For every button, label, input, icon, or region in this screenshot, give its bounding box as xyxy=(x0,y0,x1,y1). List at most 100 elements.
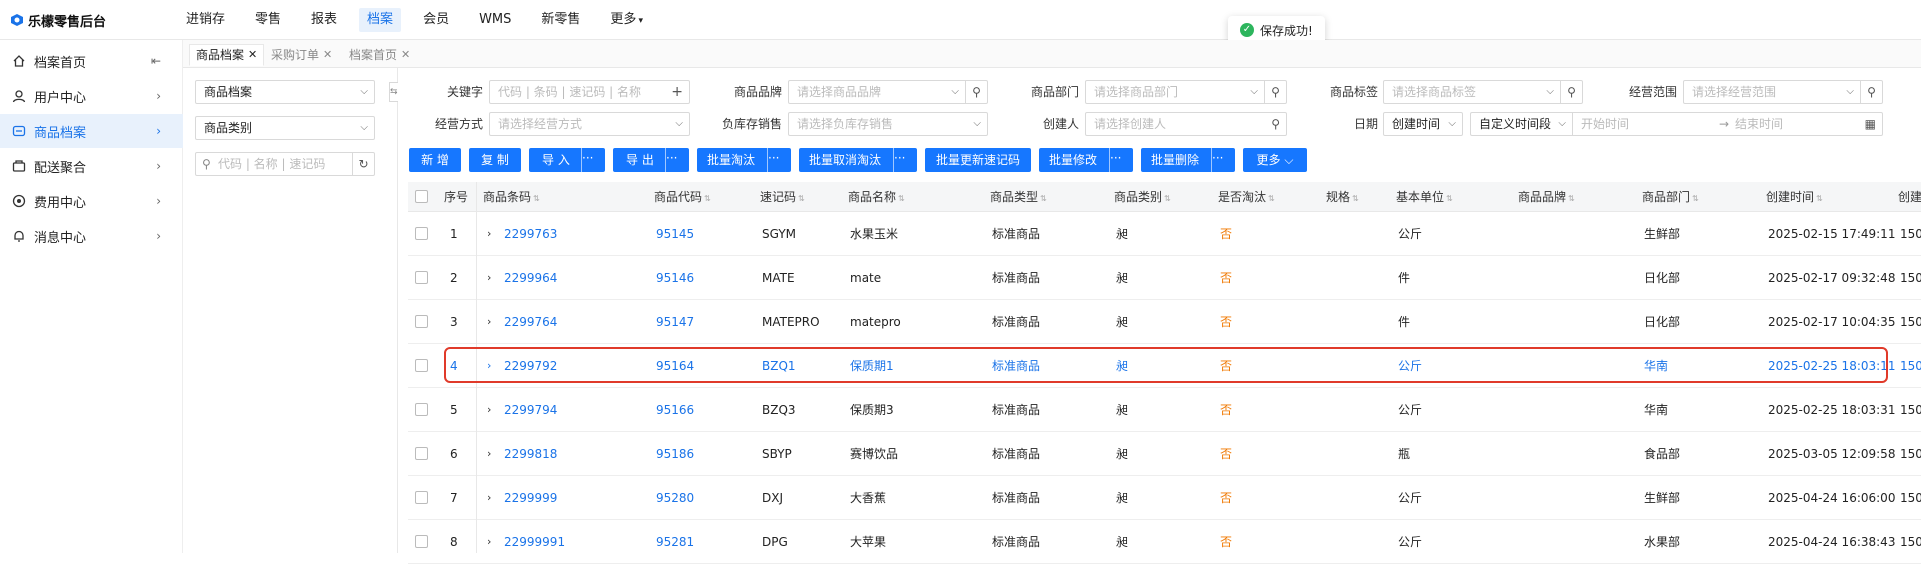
expand-row-icon[interactable]: › xyxy=(487,256,491,300)
cell-barcode[interactable]: 2299818 xyxy=(504,432,557,476)
search-icon[interactable]: ⚲ xyxy=(1860,81,1882,103)
table-row[interactable]: › 7 2299999 95280 DXJ 大香蕉 标准商品 昶 否 公斤 生鲜部 2025-04-2… xyxy=(408,476,1921,520)
row-checkbox[interactable] xyxy=(415,227,428,240)
table-row[interactable]: › 3 2299764 95147 MATEPRO matepro 标准商品 昶 否 件 日化部 20… xyxy=(408,300,1921,344)
more-dots-icon[interactable]: ··· xyxy=(893,148,917,172)
col-unit[interactable]: 基本单位 ⇅ xyxy=(1396,182,1453,212)
brand-select[interactable]: 请选择商品品牌 ⌵ ⚲ xyxy=(788,80,988,104)
import-button[interactable]: 导 入 ··· xyxy=(529,148,605,172)
app-logo[interactable]: 乐檬零售后台 xyxy=(10,10,106,30)
nav-item-wms[interactable]: WMS xyxy=(471,8,519,32)
col-quick[interactable]: 速记码 ⇅ xyxy=(760,182,805,212)
date-range-input[interactable]: 开始时间 → 结束时间 ▦ xyxy=(1572,112,1883,136)
sort-icon[interactable]: ⇅ xyxy=(1692,194,1699,203)
table-row[interactable]: › 1 2299763 95145 SGYM 水果玉米 标准商品 昶 否 公斤 生鲜部 2025-02… xyxy=(408,212,1921,256)
sort-icon[interactable]: ⇅ xyxy=(1816,194,1823,203)
row-checkbox[interactable] xyxy=(415,491,428,504)
batch-edit-button[interactable]: 批量修改 ··· xyxy=(1039,148,1133,172)
mode-select[interactable]: 请选择经营方式 ⌵ xyxy=(489,112,690,136)
sort-icon[interactable]: ⇅ xyxy=(1040,194,1047,203)
archive-type-select[interactable]: 商品档案 ⌵ xyxy=(195,80,375,104)
sort-icon[interactable]: ⇅ xyxy=(1164,194,1171,203)
col-code[interactable]: 商品代码 ⇅ xyxy=(654,182,711,212)
calendar-icon[interactable]: ▦ xyxy=(1865,113,1876,135)
cell-code[interactable]: 95164 xyxy=(656,344,694,388)
row-checkbox[interactable] xyxy=(415,535,428,548)
tab-purchase-order[interactable]: 采购订单 ✕ xyxy=(265,44,338,66)
row-checkbox[interactable] xyxy=(415,403,428,416)
sidebar-item-message-center[interactable]: 消息中心 › xyxy=(0,219,183,253)
cell-barcode[interactable]: 2299792 xyxy=(504,344,557,388)
more-dots-icon[interactable]: ··· xyxy=(1211,148,1235,172)
sidebar-item-product-archive[interactable]: 商品档案 › xyxy=(0,114,183,148)
table-row[interactable]: › 6 2299818 95186 SBYP 赛博饮品 标准商品 昶 否 瓶 食品部 2025-03-… xyxy=(408,432,1921,476)
more-dots-icon[interactable]: ··· xyxy=(665,148,689,172)
scope-select[interactable]: 请选择经营范围 ⌵ ⚲ xyxy=(1683,80,1883,104)
nav-item-retail[interactable]: 零售 xyxy=(247,8,289,32)
more-button[interactable]: 更多 ⌵ xyxy=(1243,148,1307,172)
new-button[interactable]: 新 增 xyxy=(409,148,461,172)
negstock-select[interactable]: 请选择负库存销售 ⌵ xyxy=(788,112,988,136)
category-select[interactable]: 商品类别 ⌵ xyxy=(195,116,375,140)
expand-row-icon[interactable]: › xyxy=(487,476,491,520)
tab-product-archive[interactable]: 商品档案 ✕ xyxy=(189,44,265,66)
batch-unretire-button[interactable]: 批量取消淘汰 ··· xyxy=(799,148,917,172)
cell-barcode[interactable]: 2299964 xyxy=(504,256,557,300)
sort-icon[interactable]: ⇅ xyxy=(704,194,711,203)
table-row[interactable]: › 5 2299794 95166 BZQ3 保质期3 标准商品 昶 否 公斤 华南 2025-02-… xyxy=(408,388,1921,432)
nav-item-archive[interactable]: 档案 xyxy=(359,8,402,32)
search-icon[interactable]: ⚲ xyxy=(1271,113,1280,135)
collapse-sidebar-icon[interactable]: ⇤ xyxy=(151,54,161,68)
col-category[interactable]: 商品类别 ⇅ xyxy=(1114,182,1171,212)
expand-row-icon[interactable]: › xyxy=(487,432,491,476)
col-brand[interactable]: 商品品牌 ⇅ xyxy=(1518,182,1575,212)
col-barcode[interactable]: 商品条码 ⇅ xyxy=(483,182,540,212)
sidebar-item-archive-home[interactable]: 档案首页 ⇤ xyxy=(0,44,183,78)
search-icon[interactable]: ⚲ xyxy=(965,81,987,103)
batch-retire-button[interactable]: 批量淘汰 ··· xyxy=(697,148,791,172)
row-checkbox[interactable] xyxy=(415,359,428,372)
col-type[interactable]: 商品类型 ⇅ xyxy=(990,182,1047,212)
expand-row-icon[interactable]: › xyxy=(487,520,491,564)
cell-barcode[interactable]: 2299999 xyxy=(504,476,557,520)
search-icon[interactable]: ⚲ xyxy=(1560,81,1582,103)
sidebar-item-delivery[interactable]: 配送聚合 › xyxy=(0,149,183,183)
nav-item-inventory[interactable]: 进销存 xyxy=(178,8,233,32)
cell-code[interactable]: 95281 xyxy=(656,520,694,564)
row-checkbox[interactable] xyxy=(415,315,428,328)
more-dots-icon[interactable]: ··· xyxy=(1109,148,1133,172)
cell-code[interactable]: 95186 xyxy=(656,432,694,476)
cell-barcode[interactable]: 2299764 xyxy=(504,300,557,344)
sort-icon[interactable]: ⇅ xyxy=(898,194,905,203)
expand-row-icon[interactable]: › xyxy=(487,344,491,388)
nav-item-new-retail[interactable]: 新零售 xyxy=(533,8,588,32)
table-row[interactable]: › 8 22999991 95281 DPG 大苹果 标准商品 昶 否 公斤 水果部 2025-04-… xyxy=(408,520,1921,564)
cell-code[interactable]: 95147 xyxy=(656,300,694,344)
expand-row-icon[interactable]: › xyxy=(487,388,491,432)
sort-icon[interactable]: ⇅ xyxy=(1446,194,1453,203)
sort-icon[interactable]: ⇅ xyxy=(1268,194,1275,203)
sort-icon[interactable]: ⇅ xyxy=(1352,194,1359,203)
cell-code[interactable]: 95166 xyxy=(656,388,694,432)
nav-item-member[interactable]: 会员 xyxy=(415,8,457,32)
table-row[interactable]: › 2 2299964 95146 MATE mate 标准商品 昶 否 件 日化部 2025-02-… xyxy=(408,256,1921,300)
cell-code[interactable]: 95146 xyxy=(656,256,694,300)
date-type-select[interactable]: 创建时间 ⌵ xyxy=(1383,112,1463,136)
copy-button[interactable]: 复 制 xyxy=(469,148,521,172)
sidebar-item-fee-center[interactable]: 费用中心 › xyxy=(0,184,183,218)
col-dept[interactable]: 商品部门 ⇅ xyxy=(1642,182,1699,212)
col-retired[interactable]: 是否淘汰 ⇅ xyxy=(1218,182,1275,212)
category-search-input[interactable]: ⚲ 代码 | 名称 | 速记码 ↻ xyxy=(195,152,375,176)
keyword-input[interactable]: 代码 | 条码 | 速记码 | 名称 + xyxy=(489,80,690,104)
sort-icon[interactable]: ⇅ xyxy=(798,194,805,203)
sort-icon[interactable]: ⇅ xyxy=(1568,194,1575,203)
batch-update-code-button[interactable]: 批量更新速记码 xyxy=(925,148,1031,172)
more-dots-icon[interactable]: ··· xyxy=(581,148,605,172)
export-button[interactable]: 导 出 ··· xyxy=(613,148,689,172)
cell-barcode[interactable]: 2299794 xyxy=(504,388,557,432)
cell-code[interactable]: 95145 xyxy=(656,212,694,256)
date-range-select[interactable]: 自定义时间段 ⌵ xyxy=(1470,112,1572,136)
sort-icon[interactable]: ⇅ xyxy=(533,194,540,203)
expand-row-icon[interactable]: › xyxy=(487,212,491,256)
creator-select[interactable]: 请选择创建人 ⚲ xyxy=(1085,112,1287,136)
